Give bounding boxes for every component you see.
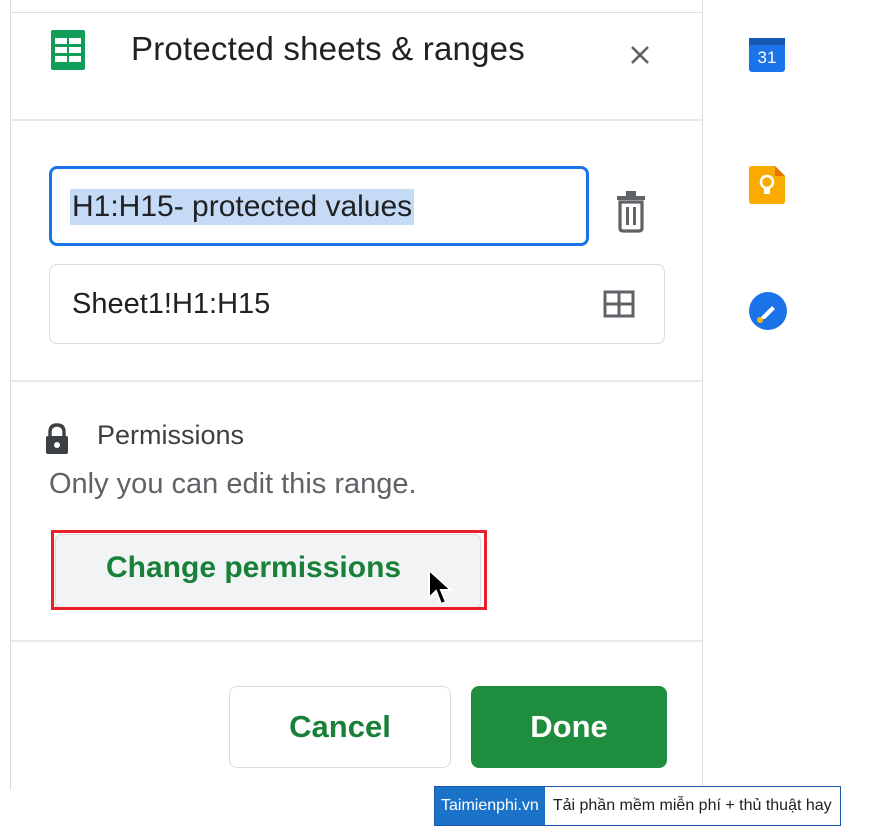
- range-description-input[interactable]: H1:H15- protected values: [49, 166, 589, 246]
- lock-icon: [46, 423, 68, 454]
- google-sheets-icon: [51, 30, 85, 70]
- done-button[interactable]: Done: [471, 686, 667, 768]
- range-reference-input[interactable]: Sheet1!H1:H15: [49, 264, 665, 344]
- calendar-icon[interactable]: 31: [749, 38, 785, 72]
- panel-title: Protected sheets & ranges: [131, 30, 525, 67]
- change-permissions-label: Change permissions: [106, 551, 402, 584]
- permissions-heading: Permissions: [97, 420, 245, 450]
- section-divider: [11, 380, 702, 382]
- side-panel: 31: [703, 0, 870, 790]
- watermark-tagline: Tải phần mềm miễn phí + thủ thuật hay: [544, 787, 840, 825]
- watermark-brand: Taimienphi.vn: [435, 787, 545, 825]
- footer-divider: [11, 640, 702, 642]
- watermark-banner: Taimienphi.vn Tải phần mềm miễn phí + th…: [434, 786, 841, 826]
- header-divider: [11, 119, 702, 121]
- permissions-description: Only you can edit this range.: [49, 468, 417, 500]
- tasks-icon[interactable]: [749, 292, 787, 330]
- calendar-day-number: 31: [757, 48, 777, 67]
- change-permissions-button[interactable]: Change permissions: [55, 534, 481, 608]
- range-reference-value: Sheet1!H1:H15: [72, 288, 271, 320]
- close-icon[interactable]: [623, 38, 657, 72]
- mouse-cursor-icon: [428, 568, 454, 606]
- trash-icon[interactable]: [611, 188, 651, 234]
- keep-icon[interactable]: [749, 166, 785, 204]
- range-description-value: H1:H15- protected values: [70, 189, 415, 225]
- cancel-button[interactable]: Cancel: [229, 686, 451, 768]
- select-range-grid-icon[interactable]: [602, 287, 636, 321]
- protected-ranges-panel: Protected sheets & ranges H1:H15- protec…: [10, 0, 704, 790]
